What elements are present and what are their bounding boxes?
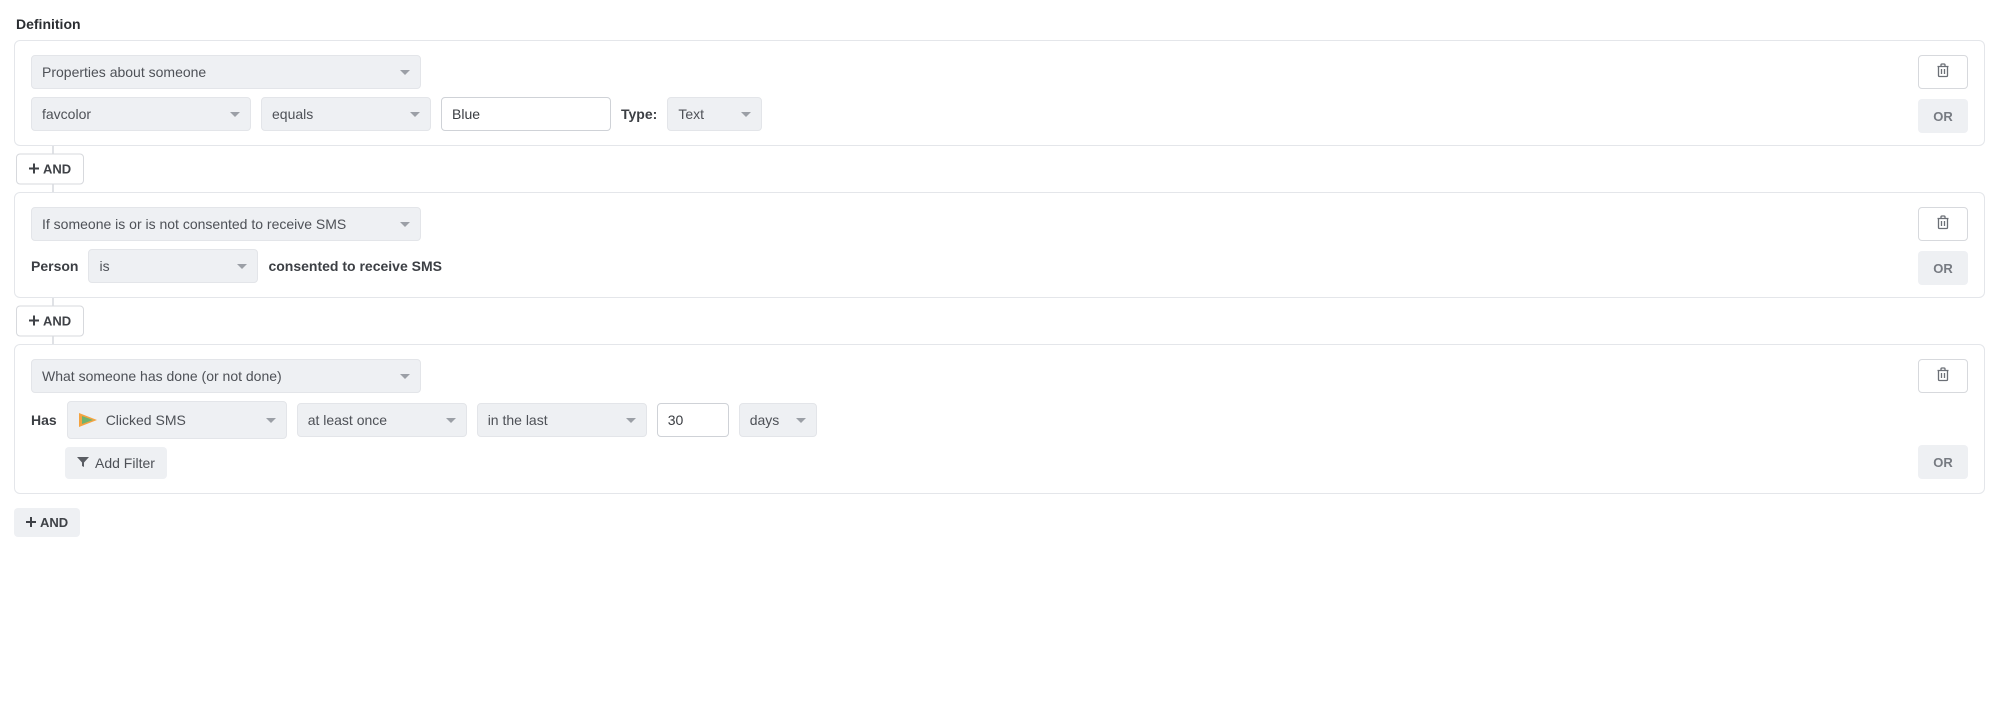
chevron-down-icon (400, 374, 410, 379)
chevron-down-icon (796, 418, 806, 423)
metric-select[interactable]: Clicked SMS (67, 401, 287, 439)
timeframe-unit-label: days (750, 412, 780, 428)
plus-icon (29, 162, 39, 177)
type-value-label: Text (678, 106, 704, 122)
delete-button[interactable] (1918, 55, 1968, 89)
trash-icon (1936, 367, 1950, 385)
or-button[interactable]: OR (1918, 99, 1968, 133)
chevron-down-icon (446, 418, 456, 423)
trash-icon (1936, 63, 1950, 81)
add-filter-label: Add Filter (95, 455, 155, 471)
and-connector: AND (14, 146, 1985, 192)
consent-suffix: consented to receive SMS (268, 258, 442, 274)
chevron-down-icon (410, 112, 420, 117)
chevron-down-icon (230, 112, 240, 117)
frequency-select[interactable]: at least once (297, 403, 467, 437)
chevron-down-icon (741, 112, 751, 117)
condition-type-label: Properties about someone (42, 64, 206, 80)
condition-card: OR If someone is or is not consented to … (14, 192, 1985, 298)
property-select[interactable]: favcolor (31, 97, 251, 131)
and-button[interactable]: AND (14, 508, 80, 537)
frequency-label: at least once (308, 412, 387, 428)
condition-card: OR Properties about someone favcolor equ… (14, 40, 1985, 146)
person-label: Person (31, 258, 78, 274)
klaviyo-icon (78, 410, 98, 430)
person-op-select[interactable]: is (88, 249, 258, 283)
condition-type-select[interactable]: Properties about someone (31, 55, 421, 89)
and-button[interactable]: AND (16, 154, 84, 185)
person-op-label: is (99, 258, 109, 274)
timeframe-value-input[interactable] (657, 403, 729, 437)
chevron-down-icon (400, 222, 410, 227)
and-connector: AND (14, 298, 1985, 344)
timeframe-mode-label: in the last (488, 412, 548, 428)
timeframe-unit-select[interactable]: days (739, 403, 817, 437)
condition-type-label: If someone is or is not consented to rec… (42, 216, 346, 232)
has-label: Has (31, 412, 57, 428)
type-select[interactable]: Text (667, 97, 762, 131)
property-label: favcolor (42, 106, 91, 122)
section-title: Definition (16, 16, 1985, 32)
and-button[interactable]: AND (16, 306, 84, 337)
condition-type-select[interactable]: If someone is or is not consented to rec… (31, 207, 421, 241)
or-button[interactable]: OR (1918, 445, 1968, 479)
condition-type-label: What someone has done (or not done) (42, 368, 282, 384)
operator-label: equals (272, 106, 313, 122)
condition-type-select[interactable]: What someone has done (or not done) (31, 359, 421, 393)
plus-icon (29, 314, 39, 329)
and-label: AND (43, 314, 71, 329)
type-label: Type: (621, 106, 657, 122)
chevron-down-icon (266, 418, 276, 423)
or-button[interactable]: OR (1918, 251, 1968, 285)
and-label: AND (43, 162, 71, 177)
operator-select[interactable]: equals (261, 97, 431, 131)
and-label: AND (40, 515, 68, 530)
timeframe-mode-select[interactable]: in the last (477, 403, 647, 437)
condition-card: OR What someone has done (or not done) H… (14, 344, 1985, 494)
add-filter-button[interactable]: Add Filter (65, 447, 167, 479)
chevron-down-icon (626, 418, 636, 423)
filter-icon (77, 455, 89, 471)
chevron-down-icon (400, 70, 410, 75)
delete-button[interactable] (1918, 207, 1968, 241)
chevron-down-icon (237, 264, 247, 269)
trash-icon (1936, 215, 1950, 233)
value-input[interactable] (441, 97, 611, 131)
plus-icon (26, 515, 36, 530)
delete-button[interactable] (1918, 359, 1968, 393)
metric-label: Clicked SMS (106, 412, 186, 428)
